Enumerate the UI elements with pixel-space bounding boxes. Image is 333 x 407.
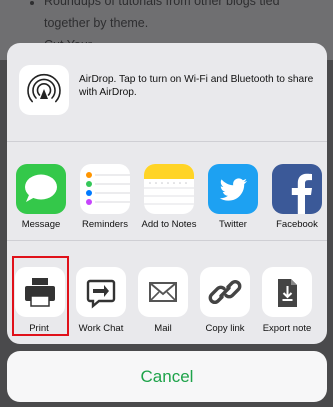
notes-icon xyxy=(144,164,194,214)
export-icon xyxy=(262,267,312,317)
airdrop-title: AirDrop xyxy=(79,74,114,85)
action-label: Export note xyxy=(262,323,312,334)
print-highlight-box xyxy=(12,256,69,336)
share-app-label: Facebook xyxy=(276,219,318,230)
messages-icon xyxy=(16,164,66,214)
action-export-note[interactable]: Export note xyxy=(255,241,319,339)
cancel-label: Cancel xyxy=(140,366,194,386)
cancel-button[interactable]: Cancel xyxy=(7,351,327,402)
link-icon xyxy=(200,267,250,317)
mail-icon xyxy=(138,267,188,317)
reminders-icon xyxy=(80,164,130,214)
share-apps-row: Message Reminders Add to Notes Twitter F… xyxy=(7,142,327,241)
article-line: Roundups of tutorials from other blogs t… xyxy=(44,0,280,8)
twitter-icon xyxy=(208,164,258,214)
work-chat-icon xyxy=(76,267,126,317)
bullet-dot xyxy=(30,1,34,5)
airdrop-row[interactable]: AirDrop. Tap to turn on Wi-Fi and Blueto… xyxy=(7,43,327,142)
airdrop-icon[interactable] xyxy=(19,65,69,115)
share-actions-row: Print Work Chat Mail Copy link Export no… xyxy=(7,241,327,344)
share-sheet: AirDrop. Tap to turn on Wi-Fi and Blueto… xyxy=(7,43,327,344)
airdrop-hint: . Tap to turn on Wi-Fi and Bluetooth to … xyxy=(79,74,314,98)
airdrop-description: AirDrop. Tap to turn on Wi-Fi and Blueto… xyxy=(79,73,319,99)
share-app-facebook[interactable]: Facebook xyxy=(265,142,327,240)
article-line: together by theme. xyxy=(44,16,149,30)
facebook-icon xyxy=(272,164,322,214)
